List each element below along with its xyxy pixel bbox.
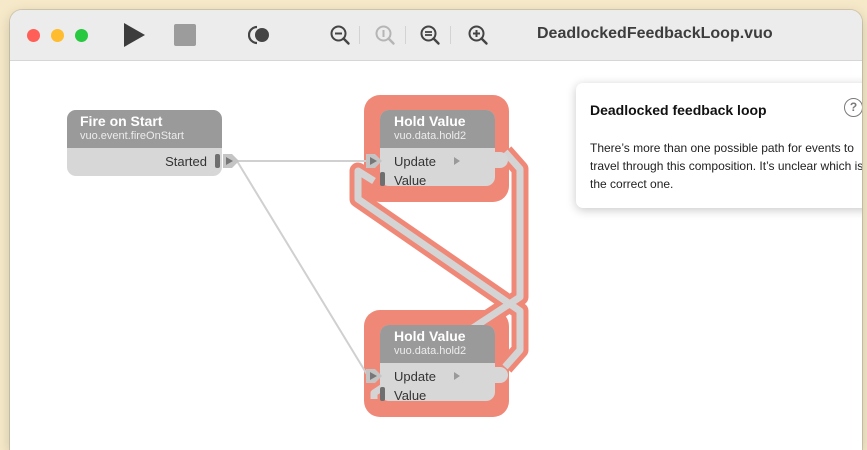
window-title: DeadlockedFeedbackLoop.vuo (537, 25, 773, 42)
hold-value-node-top[interactable]: Hold Value vuo.data.hold2 Update Value (380, 110, 495, 188)
zoom-button[interactable] (75, 29, 88, 42)
value-port-label: Value (394, 173, 427, 188)
help-icon[interactable]: ? (844, 98, 862, 117)
node-class-name: vuo.data.hold2 (394, 345, 467, 357)
toolbar-separator (405, 26, 406, 44)
zoom-actual-size-icon (375, 25, 395, 45)
run-button[interactable] (120, 23, 148, 47)
zoom-actual-size-button[interactable] (374, 23, 396, 47)
zoom-to-fit-icon (420, 25, 440, 45)
zoom-out-icon (330, 25, 350, 45)
node-title: Fire on Start (80, 113, 163, 129)
close-button[interactable] (27, 29, 40, 42)
update-input-port[interactable] (366, 154, 382, 168)
started-output-port[interactable] (223, 154, 239, 168)
started-port-label: Started (165, 154, 207, 169)
update-arrow-icon (454, 372, 460, 380)
show-events-icon (248, 25, 269, 45)
node-class-name: vuo.data.hold2 (394, 130, 467, 142)
fire-on-start-node[interactable]: Fire on Start vuo.event.fireOnStart Star… (67, 110, 222, 176)
deadlock-warning-popover: Deadlocked feedback loop ? There’s more … (576, 83, 862, 208)
toolbar-separator (359, 26, 360, 44)
minimize-button[interactable] (51, 29, 64, 42)
zoom-in-button[interactable] (467, 23, 489, 47)
hold-value-node-bottom[interactable]: Hold Value vuo.data.hold2 Update Value (380, 325, 495, 403)
node-class-name: vuo.event.fireOnStart (80, 130, 184, 142)
editor-window: DeadlockedFeedbackLoop.vuo Fire on Start (10, 10, 862, 450)
node-title: Hold Value (394, 113, 466, 129)
value-port-label: Value (394, 388, 427, 403)
toolbar: DeadlockedFeedbackLoop.vuo (10, 10, 862, 61)
zoom-to-fit-button[interactable] (419, 23, 441, 47)
zoom-in-icon (468, 25, 488, 45)
stop-button[interactable] (172, 23, 198, 47)
update-port-label: Update (394, 154, 436, 169)
popover-title: Deadlocked feedback loop (590, 102, 767, 118)
update-port-label: Update (394, 369, 436, 384)
popover-message: There’s more than one possible path for … (590, 141, 862, 191)
update-input-port[interactable] (366, 369, 382, 383)
started-port-handle[interactable] (215, 154, 220, 168)
value-port-handle[interactable] (380, 172, 385, 186)
run-icon (124, 23, 145, 47)
show-events-button[interactable] (248, 23, 272, 47)
node-title: Hold Value (394, 328, 466, 344)
update-arrow-icon (454, 157, 460, 165)
zoom-out-button[interactable] (329, 23, 351, 47)
value-port-handle[interactable] (380, 387, 385, 401)
stop-icon (174, 24, 196, 46)
toolbar-separator (450, 26, 451, 44)
event-cables (236, 160, 369, 377)
